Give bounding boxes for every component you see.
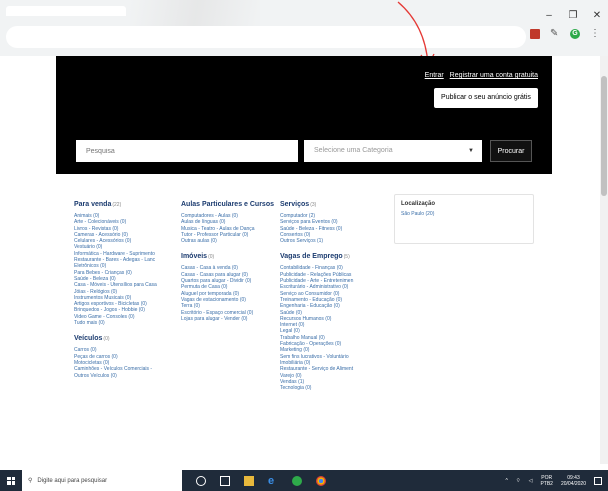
category-column-1: Para venda(22) Animais (0) Arte - Colecio… [74,200,178,379]
clock-date: 20/04/2020 [560,480,586,487]
chrome-icon[interactable] [316,475,326,486]
category-aulas: Aulas Particulares e Cursos Computadores… [181,200,277,244]
category-count: (3) [310,202,317,208]
page-scrollbar[interactable] [600,56,608,464]
location-list: São Paulo (20) [401,211,527,217]
category-list: Contabilidade - Finanças (0) Publicidade … [280,265,378,391]
category-count: (5) [343,254,350,261]
login-link[interactable]: Entrar [425,72,444,79]
pen-icon[interactable]: ✎ [550,28,560,39]
chevron-down-icon: ▼ [468,148,474,154]
window-controls: – ❐ ✕ [544,10,602,21]
notifications-icon[interactable] [594,476,602,485]
category-count: (0) [103,336,110,343]
cortana-icon[interactable] [196,475,206,486]
search-row: Selecione uma Categoria ▼ Procurar [76,140,532,162]
location-box: Localização São Paulo (20) [394,194,534,244]
category-column-3: Serviços(3) Computador (2) Serviços para … [280,200,378,391]
taskbar-search[interactable]: ⚲ Digite aqui para pesquisar [22,470,182,491]
category-link[interactable]: Outras aulas (0) [181,238,277,244]
header-links: Entrar Registrar uma conta gratuita [421,72,538,79]
lang-top: POR [541,474,553,481]
category-title[interactable]: Veículos [74,335,102,342]
pdf-icon[interactable] [530,28,540,39]
category-count: (0) [208,254,215,261]
language-indicator[interactable]: POR PTB2 [540,475,553,487]
category-title[interactable]: Serviços [280,201,309,208]
search-button[interactable]: Procurar [490,140,532,162]
category-column-2: Aulas Particulares e Cursos Computadores… [181,200,277,322]
category-link[interactable]: São Paulo (20) [401,211,527,217]
menu-icon[interactable]: ⋮ [590,28,600,39]
category-list: Computadores - Aulas (0) Aulas de línguas… [181,213,277,244]
category-count: (22) [112,202,122,208]
file-explorer-icon[interactable] [244,475,254,486]
volume-icon[interactable]: ◁ [529,478,533,484]
windows-taskbar: ⚲ Digite aqui para pesquisar e ^ ⌔ ◁ POR… [0,470,608,491]
category-vagas: Vagas de Emprego(5) Contabilidade - Fina… [280,252,378,391]
category-para-venda: Para venda(22) Animais (0) Arte - Colecio… [74,200,178,326]
search-input[interactable] [76,140,298,162]
site-header: Entrar Registrar uma conta gratuita Publ… [56,56,552,174]
system-tray: ^ ⌔ ◁ POR PTB2 09:43 20/04/2020 [506,470,602,491]
category-link[interactable]: Outros Serviços (1) [280,238,378,244]
taskbar-apps: e [196,475,326,486]
minimize-button[interactable]: – [544,10,554,21]
search-icon: ⚲ [28,478,33,484]
publish-ad-button[interactable]: Publicar o seu anúncio grátis [434,88,538,108]
lang-bottom: PTB2 [540,480,553,487]
windows-icon [7,476,15,485]
category-link[interactable]: Tudo mais (0) [74,320,178,326]
browser-tab[interactable] [6,6,126,16]
clock[interactable]: 09:43 20/04/2020 [561,475,586,487]
category-link[interactable]: Tecnologia (0) [280,385,378,391]
tray-chevron-icon[interactable]: ^ [506,478,508,484]
network-icon[interactable]: ⌔ [516,478,521,484]
scrollbar-thumb[interactable] [601,76,607,196]
category-list: Casas - Casa à venda (0) Casas - Casas pa… [181,265,277,322]
category-list: Carros (0) Peças de carros (0) Motocicleta… [74,347,178,378]
register-link[interactable]: Registrar uma conta gratuita [450,72,538,79]
address-bar[interactable] [6,26,526,48]
category-select[interactable]: Selecione uma Categoria ▼ [304,140,482,162]
category-link[interactable]: Outros Veículos (0) [74,373,178,379]
category-title[interactable]: Vagas de Emprego [280,253,343,260]
category-title[interactable]: Aulas Particulares e Cursos [181,201,274,208]
category-title[interactable]: Imóveis [181,253,207,260]
grammarly-icon[interactable]: G [570,28,580,39]
close-button[interactable]: ✕ [592,10,602,21]
category-link[interactable]: Lojas para alugar - Vender (0) [181,316,277,322]
app-icon[interactable] [292,475,302,486]
category-imoveis: Imóveis(0) Casas - Casa à venda (0) Casas… [181,252,277,322]
category-list: Animais (0) Arte - Colecionáveis (0) Livro… [74,213,178,326]
edge-icon[interactable]: e [268,475,278,486]
category-title[interactable]: Para venda [74,201,111,208]
category-list: Computador (2) Serviços para Eventos (0) S… [280,213,378,244]
taskbar-search-text: Digite aqui para pesquisar [37,477,108,484]
task-view-icon[interactable] [220,475,230,486]
category-veiculos: Veículos(0) Carros (0) Peças de carros (0… [74,334,178,378]
start-button[interactable] [0,470,22,491]
extension-icons: ✎ G ⋮ [530,28,600,39]
maximize-button[interactable]: ❐ [568,10,578,21]
location-title: Localização [401,201,436,207]
category-servicos: Serviços(3) Computador (2) Serviços para … [280,200,378,244]
browser-chrome: – ❐ ✕ ✎ G ⋮ [0,0,608,56]
category-placeholder: Selecione uma Categoria [314,147,393,154]
